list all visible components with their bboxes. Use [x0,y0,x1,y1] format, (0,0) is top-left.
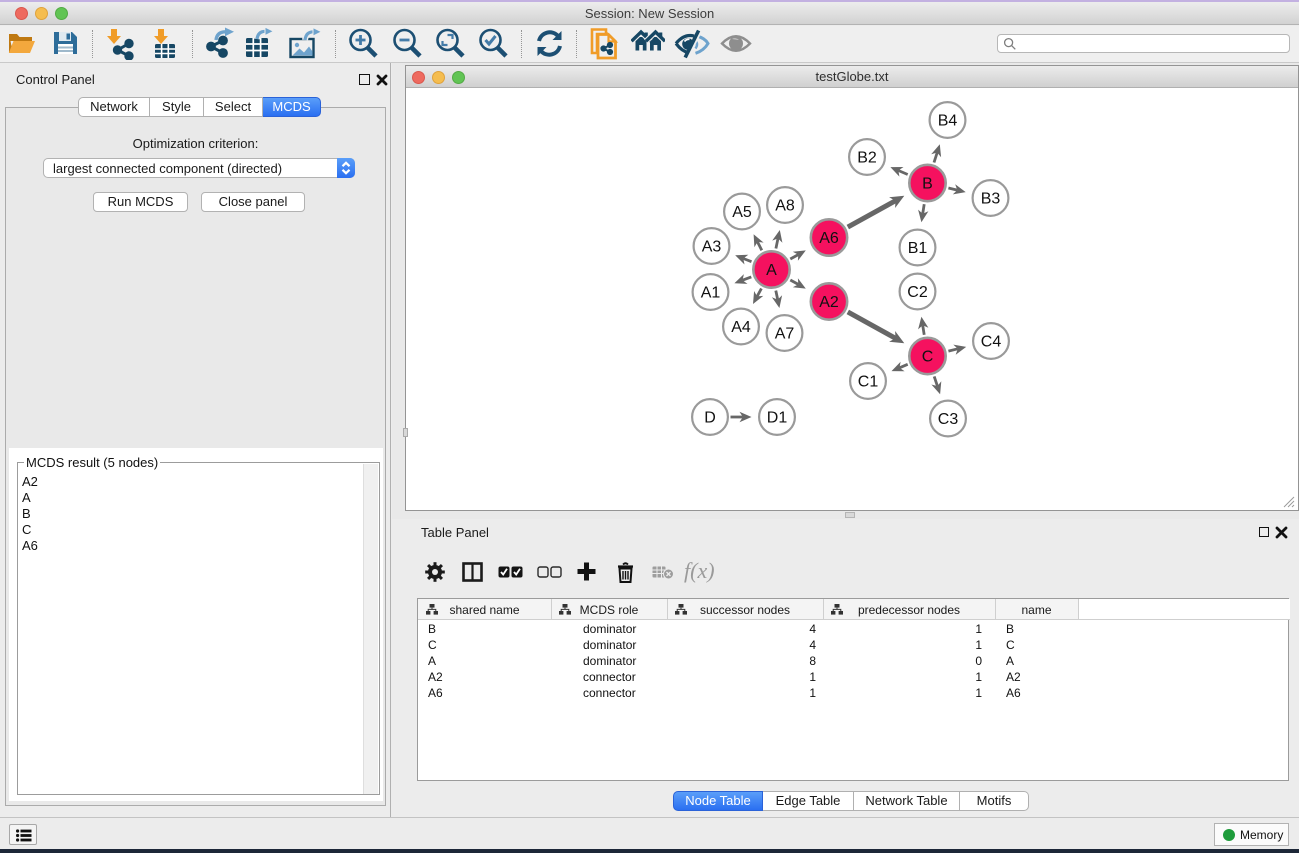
svg-text:A1: A1 [701,285,721,302]
svg-text:A3: A3 [702,239,722,256]
svg-text:A4: A4 [731,319,751,336]
svg-text:A8: A8 [775,198,795,215]
svg-text:C2: C2 [907,284,928,301]
svg-text:A: A [766,262,777,279]
svg-text:C3: C3 [938,411,959,428]
svg-text:C4: C4 [981,334,1002,351]
svg-text:B2: B2 [857,150,877,167]
svg-text:D1: D1 [767,410,788,427]
svg-text:B4: B4 [938,113,958,130]
svg-text:B1: B1 [908,240,928,257]
svg-text:C: C [922,349,934,366]
svg-text:A7: A7 [775,326,795,343]
svg-text:C1: C1 [858,374,879,391]
svg-text:A2: A2 [819,294,839,311]
svg-text:A5: A5 [732,204,752,221]
svg-text:B3: B3 [981,191,1001,208]
svg-text:D: D [704,410,716,427]
svg-text:B: B [922,176,933,193]
svg-text:A6: A6 [819,230,839,247]
